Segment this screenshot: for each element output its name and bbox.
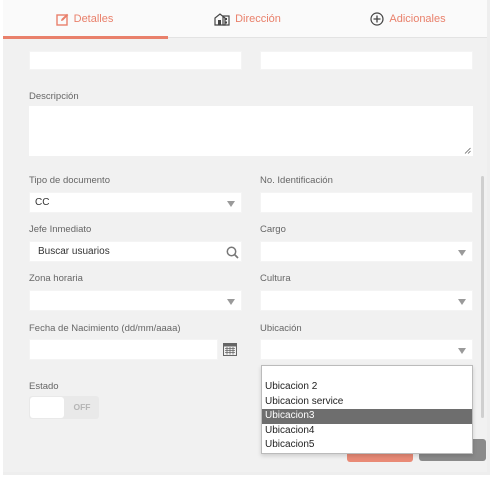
calendar-icon[interactable] xyxy=(223,343,237,356)
tipo-documento-label: Tipo de documento xyxy=(29,175,110,186)
tab-direccion[interactable]: Dirección xyxy=(166,0,329,38)
cultura-label: Cultura xyxy=(260,273,291,284)
tab-detalles-label: Detalles xyxy=(73,13,114,25)
estado-toggle[interactable]: OFF xyxy=(29,396,99,419)
ubicacion-option-selected[interactable]: Ubicacion3 xyxy=(262,409,472,424)
cultura-select[interactable] xyxy=(260,290,473,311)
ubicacion-dropdown: Ubicacion 2 Ubicacion service Ubicacion3… xyxy=(261,365,473,454)
jefe-inmediato-search[interactable]: Buscar usuarios xyxy=(29,241,242,262)
cargo-label: Cargo xyxy=(260,224,286,235)
tab-bar: Detalles Dirección Adicionales xyxy=(3,0,487,38)
estado-label: Estado xyxy=(29,381,59,392)
ubicacion-select[interactable] xyxy=(260,339,473,360)
resize-grip-icon[interactable] xyxy=(464,147,471,154)
zona-horaria-label: Zona horaria xyxy=(29,273,83,284)
zona-horaria-select[interactable] xyxy=(29,290,242,311)
scrollbar[interactable] xyxy=(481,176,484,418)
tab-adicionales[interactable]: Adicionales xyxy=(329,0,487,38)
fecha-nacimiento-label: Fecha de Nacimiento (dd/mm/aaaa) xyxy=(29,323,181,334)
fecha-nacimiento-input[interactable] xyxy=(29,339,218,360)
toggle-state-text: OFF xyxy=(73,402,91,412)
jefe-inmediato-label: Jefe Inmediato xyxy=(29,224,92,235)
tab-direccion-label: Dirección xyxy=(235,13,281,25)
ubicacion-option[interactable]: Ubicacion4 xyxy=(262,424,472,439)
toggle-knob xyxy=(30,397,64,418)
plus-circle-icon xyxy=(370,12,384,26)
jefe-inmediato-placeholder: Buscar usuarios xyxy=(38,246,110,257)
top-left-input[interactable] xyxy=(29,51,242,70)
top-right-input[interactable] xyxy=(260,51,473,70)
active-tab-indicator xyxy=(3,36,168,39)
no-identificacion-input[interactable] xyxy=(260,192,473,213)
chevron-down-icon xyxy=(458,250,466,256)
cargo-select[interactable] xyxy=(260,241,473,262)
search-icon[interactable] xyxy=(226,246,239,259)
ubicacion-label: Ubicación xyxy=(260,323,302,334)
tipo-documento-value: CC xyxy=(35,197,50,208)
chevron-down-icon xyxy=(458,299,466,305)
building-icon xyxy=(214,12,230,26)
tab-detalles[interactable]: Detalles xyxy=(3,0,166,38)
descripcion-textarea[interactable] xyxy=(29,106,473,156)
chevron-down-icon xyxy=(458,348,466,354)
tipo-documento-select[interactable]: CC xyxy=(29,192,242,213)
chevron-down-icon xyxy=(227,299,235,305)
tab-adicionales-label: Adicionales xyxy=(389,13,446,25)
ubicacion-option[interactable]: Ubicacion service xyxy=(262,395,472,410)
no-identificacion-label: No. Identificación xyxy=(260,175,333,186)
ubicacion-option[interactable]: Ubicacion5 xyxy=(262,438,472,453)
edit-icon xyxy=(55,13,68,26)
chevron-down-icon xyxy=(227,201,235,207)
descripcion-label: Descripción xyxy=(29,91,79,102)
ubicacion-option[interactable]: Ubicacion 2 xyxy=(262,380,472,395)
